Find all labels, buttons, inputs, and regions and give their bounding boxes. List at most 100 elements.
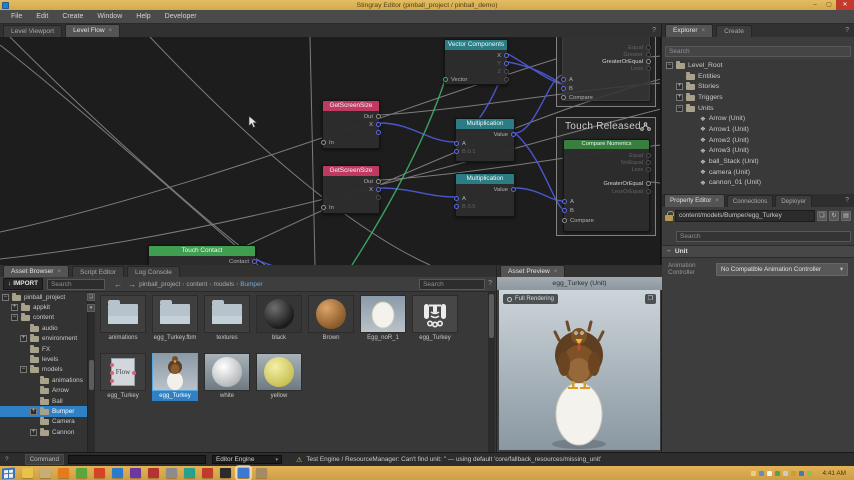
- asset-egg-mesh[interactable]: Egg_noR_1: [360, 295, 406, 343]
- wire-blue[interactable]: [380, 188, 455, 197]
- tray-icon[interactable]: [807, 471, 812, 476]
- tree-item-content[interactable]: −content: [0, 313, 87, 323]
- tree-item-bumper[interactable]: +Bumper: [0, 406, 87, 416]
- tree-item-levels[interactable]: levels: [0, 354, 87, 364]
- port-dot[interactable]: [376, 195, 381, 200]
- port-dot[interactable]: [646, 45, 651, 50]
- close-icon[interactable]: ×: [58, 269, 62, 275]
- close-icon[interactable]: ×: [554, 269, 558, 275]
- port-less-output[interactable]: Less: [564, 166, 649, 174]
- tab-level-viewport[interactable]: Level Viewport: [3, 25, 62, 37]
- asset-egg-turkey-unit[interactable]: egg_Turkey: [412, 295, 458, 343]
- node-header[interactable]: Vector Components: [445, 40, 507, 50]
- tab-deployer[interactable]: Deployer: [775, 195, 812, 207]
- port-less-output[interactable]: Less: [563, 65, 649, 73]
- taskbar-app-icon[interactable]: [58, 468, 69, 478]
- grid-scrollbar[interactable]: [488, 292, 495, 452]
- asset-black-material[interactable]: black: [256, 295, 302, 343]
- collapse-icon[interactable]: −: [2, 294, 9, 301]
- tree-item-camera-folder[interactable]: Camera: [0, 417, 87, 427]
- tab-explorer[interactable]: Explorer×: [665, 24, 713, 37]
- port-dot[interactable]: [454, 149, 459, 154]
- port-greaterorequal-output[interactable]: GreaterOrEqual: [564, 180, 649, 188]
- breadcrumb-content[interactable]: content: [186, 281, 207, 288]
- port-dot[interactable]: [321, 205, 326, 210]
- tree-item-arrow2[interactable]: ❖Arrow2 (Unit): [662, 135, 854, 146]
- expand-icon[interactable]: +: [676, 83, 683, 90]
- property-path-field[interactable]: content/models/Bumper/egg_Turkey: [675, 210, 815, 222]
- expand-icon[interactable]: +: [30, 408, 37, 415]
- port-a-input[interactable]: A: [456, 195, 514, 203]
- expand-preview-button[interactable]: ❐: [645, 294, 656, 304]
- tree-item-arrow[interactable]: ❖Arrow (Unit): [662, 113, 854, 124]
- node-touch-contact[interactable]: Touch Contact Contact: [148, 245, 256, 265]
- port-dot[interactable]: [646, 167, 651, 172]
- tree-item-level-root[interactable]: −Level_Root: [662, 60, 854, 71]
- tab-connections[interactable]: Connections: [727, 195, 773, 207]
- tree-item-units[interactable]: −Units: [662, 103, 854, 114]
- port-dot[interactable]: [561, 86, 566, 91]
- port-dot[interactable]: [646, 59, 651, 64]
- taskbar-app-icon[interactable]: [94, 468, 105, 478]
- collapse-icon[interactable]: −: [676, 105, 683, 112]
- port-dot[interactable]: [443, 77, 448, 82]
- expand-icon[interactable]: +: [676, 94, 683, 101]
- tray-icon[interactable]: [751, 471, 756, 476]
- port-dot[interactable]: [561, 95, 566, 100]
- port-dot[interactable]: [376, 114, 381, 119]
- port-dot[interactable]: [454, 204, 459, 209]
- tree-item-triggers[interactable]: +Triggers: [662, 92, 854, 103]
- port-dot[interactable]: [646, 153, 651, 158]
- tree-item-camera[interactable]: ❖camera (Unit): [662, 167, 854, 178]
- tree-item-animations[interactable]: animations: [0, 375, 87, 385]
- wire[interactable]: [150, 37, 430, 265]
- lock-icon[interactable]: [665, 215, 673, 221]
- port-dot[interactable]: [454, 196, 459, 201]
- port-dot[interactable]: [646, 189, 651, 194]
- help-icon[interactable]: ?: [488, 278, 492, 290]
- port-z-output[interactable]: Z: [445, 68, 507, 76]
- port-b-input[interactable]: B 0.5: [456, 203, 514, 211]
- node-getscreensize-1[interactable]: GetScreenSize Out X In: [322, 100, 380, 149]
- port-contact-output[interactable]: Contact: [149, 258, 255, 265]
- node-header[interactable]: Compare Numerics: [564, 140, 649, 149]
- port-dot[interactable]: [646, 181, 651, 186]
- port-y-output[interactable]: [323, 129, 379, 137]
- port-dot[interactable]: [562, 218, 567, 223]
- browse-button[interactable]: ▤: [841, 211, 851, 221]
- collapse-icon[interactable]: −: [667, 248, 671, 255]
- node-multiplication-2[interactable]: Multiplication Value A B 0.5: [455, 173, 515, 217]
- port-dot[interactable]: [252, 259, 257, 264]
- command-input[interactable]: [68, 455, 206, 464]
- tree-scrollbar[interactable]: ❏ ▾: [88, 292, 95, 452]
- tree-item-environment[interactable]: +environment: [0, 334, 87, 344]
- node-header[interactable]: Multiplication: [456, 174, 514, 184]
- tree-item-arrow-folder[interactable]: Arrow: [0, 386, 87, 396]
- tree-item-arrow1[interactable]: ❖Arrow1 (Unit): [662, 124, 854, 135]
- asset-egg-turkey-selected[interactable]: egg_Turkey: [152, 353, 198, 401]
- taskbar-app-icon[interactable]: [112, 468, 123, 478]
- forward-icon[interactable]: →: [125, 280, 139, 289]
- tree-item-cannon[interactable]: ❖cannon_01 (Unit): [662, 178, 854, 189]
- port-dot[interactable]: [376, 122, 381, 127]
- expand-icon[interactable]: +: [20, 335, 27, 342]
- node-header[interactable]: Touch Contact: [149, 246, 255, 256]
- taskbar-stingray-icon-active[interactable]: [238, 468, 249, 478]
- port-dot[interactable]: [646, 52, 651, 57]
- collapse-all-icon[interactable]: ❏: [87, 293, 95, 301]
- asset-textures[interactable]: textures: [204, 295, 250, 343]
- port-in-input[interactable]: In: [323, 139, 379, 147]
- taskbar-app-icon[interactable]: [76, 468, 87, 478]
- taskbar-clock[interactable]: 4:41 AM: [823, 470, 846, 477]
- node-header[interactable]: GetScreenSize: [323, 101, 379, 111]
- engine-select[interactable]: Editor Engine▾: [212, 455, 282, 464]
- close-icon[interactable]: ×: [109, 28, 113, 34]
- port-dot[interactable]: [376, 130, 381, 135]
- scrollbar-thumb[interactable]: [489, 294, 494, 338]
- copy-path-button[interactable]: ❏: [817, 211, 827, 221]
- port-a-input[interactable]: A: [456, 140, 514, 148]
- tray-icon[interactable]: [775, 471, 780, 476]
- menu-edit[interactable]: Edit: [29, 10, 55, 24]
- taskbar-app-icon[interactable]: [220, 468, 231, 478]
- tree-item-models[interactable]: −models: [0, 365, 87, 375]
